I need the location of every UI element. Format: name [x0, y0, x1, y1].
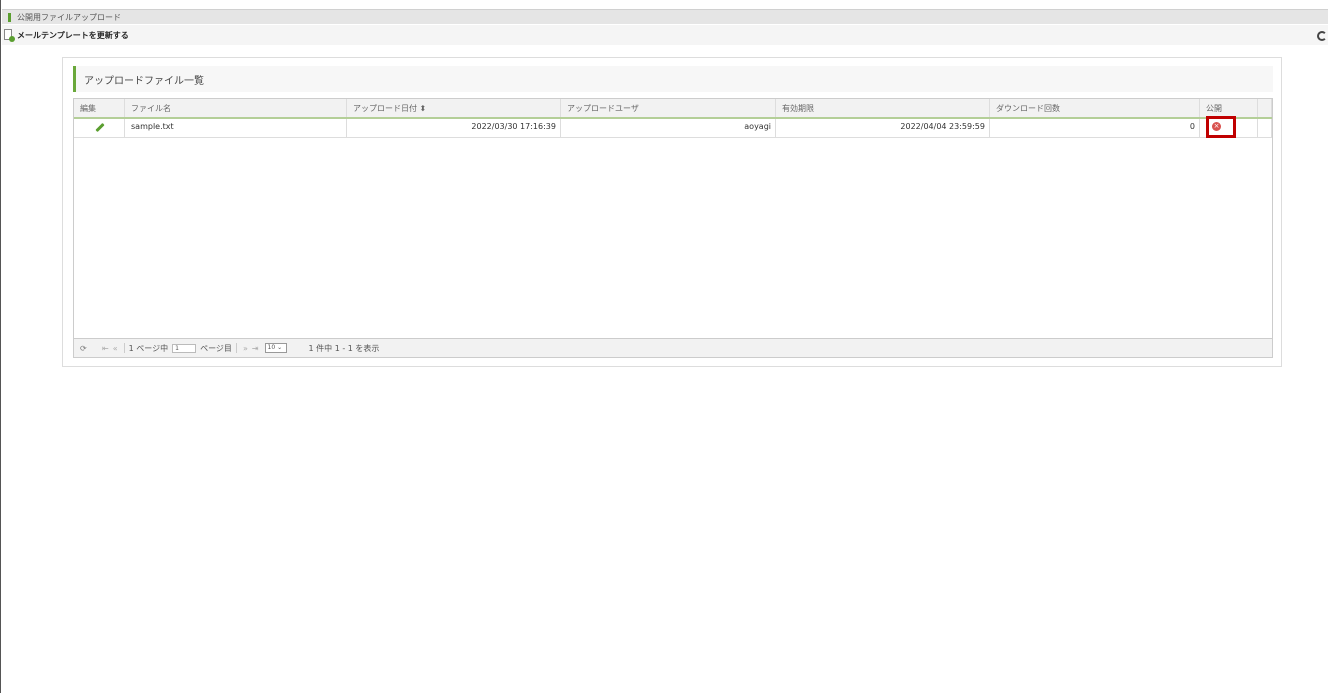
- header-expiry[interactable]: 有効期限: [776, 99, 990, 117]
- header-download-count[interactable]: ダウンロード回数: [990, 99, 1200, 117]
- first-page-icon[interactable]: ⇤: [102, 344, 109, 353]
- file-table: 編集 ファイル名 アップロード日付 ⬍ アップロードユーザ 有効期限 ダウンロー…: [73, 98, 1273, 358]
- app-frame: 公開用ファイルアップロード メールテンプレートを更新する アップロードファイル一…: [0, 0, 1328, 693]
- refresh-icon[interactable]: [1317, 31, 1327, 41]
- pager-separator: [123, 343, 125, 353]
- pencil-icon[interactable]: [95, 122, 105, 133]
- panel-title: アップロードファイル一覧: [84, 75, 204, 87]
- update-mail-template-button[interactable]: メールテンプレートを更新する: [17, 30, 129, 41]
- page-suffix: ページ目: [200, 343, 232, 353]
- table-header: 編集 ファイル名 アップロード日付 ⬍ アップロードユーザ 有効期限 ダウンロー…: [74, 99, 1272, 119]
- upload-date-cell: 2022/03/30 17:16:39: [347, 119, 561, 137]
- header-spacer: [1258, 99, 1272, 117]
- app-icon: [8, 12, 11, 22]
- toolbar: メールテンプレートを更新する: [2, 25, 1328, 45]
- document-add-icon: [4, 29, 15, 42]
- filename-cell: sample.txt: [125, 119, 347, 137]
- header-filename[interactable]: ファイル名: [125, 99, 347, 117]
- window-title: 公開用ファイルアップロード: [17, 12, 121, 22]
- edit-cell[interactable]: [74, 119, 125, 137]
- last-page-icon[interactable]: ⇥: [252, 344, 259, 353]
- prev-page-icon[interactable]: «: [113, 344, 118, 353]
- header-upload-user[interactable]: アップロードユーザ: [561, 99, 776, 117]
- header-upload-date[interactable]: アップロード日付 ⬍: [347, 99, 561, 117]
- public-cell: ×: [1200, 116, 1258, 138]
- reload-icon[interactable]: ⟳: [80, 344, 100, 353]
- page-prefix: 1 ページ中: [128, 343, 169, 353]
- header-public[interactable]: 公開: [1200, 99, 1258, 117]
- upload-file-panel: アップロードファイル一覧 編集 ファイル名 アップロード日付 ⬍ アップロードユ…: [62, 57, 1282, 367]
- pager: ⟳ ⇤ « 1 ページ中 1 ページ目 » ⇥ 10 ⌄ 1 件中 1 - 1 …: [74, 338, 1272, 357]
- delete-icon[interactable]: ×: [1212, 122, 1221, 131]
- pager-separator: [235, 343, 237, 353]
- page-size-select[interactable]: 10 ⌄: [264, 343, 287, 353]
- download-count-cell: 0: [990, 119, 1200, 137]
- header-edit: 編集: [74, 99, 125, 117]
- next-page-icon[interactable]: »: [243, 344, 248, 353]
- record-summary: 1 件中 1 - 1 を表示: [308, 343, 380, 353]
- expiry-cell: 2022/04/04 23:59:59: [776, 119, 990, 137]
- page-number-input[interactable]: 1: [172, 343, 197, 353]
- table-row[interactable]: sample.txt 2022/03/30 17:16:39 aoyagi 20…: [74, 116, 1272, 138]
- row-spacer: [1258, 119, 1272, 137]
- highlight-box: [1206, 116, 1236, 138]
- window-titlebar: 公開用ファイルアップロード: [2, 9, 1328, 24]
- upload-user-cell: aoyagi: [561, 119, 776, 137]
- panel-accent-bar: [73, 66, 76, 92]
- panel-header: アップロードファイル一覧: [73, 66, 1273, 92]
